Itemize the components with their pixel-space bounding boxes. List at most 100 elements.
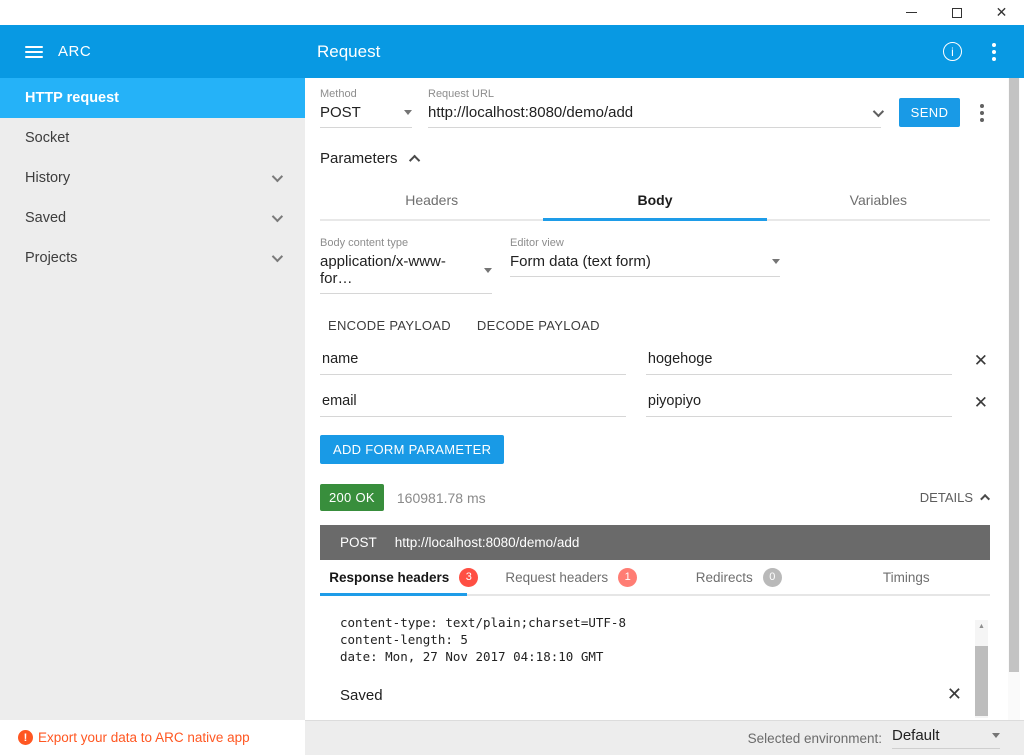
content-type-select[interactable]: Body content type application/x-www-for…	[320, 237, 492, 294]
window-maximize-button[interactable]	[934, 0, 979, 25]
environment-select[interactable]: Default	[892, 727, 1000, 749]
parameters-toggle[interactable]: Parameters	[320, 150, 990, 167]
page-title: Request	[317, 42, 380, 62]
maximize-icon	[952, 8, 962, 18]
window-minimize-button[interactable]	[889, 0, 934, 25]
editor-view-select[interactable]: Editor view Form data (text form)	[510, 237, 780, 294]
toast-close-icon[interactable]: ✕	[947, 687, 962, 701]
tab-label: Redirects	[696, 570, 753, 585]
count-badge: 3	[459, 568, 478, 587]
sidebar-item-label: Projects	[25, 250, 77, 266]
parameters-tabs: Headers Body Variables	[320, 181, 990, 221]
tab-request-headers[interactable]: Request headers 1	[488, 560, 656, 594]
sidebar-item-saved[interactable]: Saved	[0, 198, 305, 238]
sidebar-item-label: Socket	[25, 130, 69, 146]
status-bar: ! Export your data to ARC native app Sel…	[0, 720, 1024, 755]
saved-toast: Saved ✕	[340, 687, 990, 704]
dropdown-arrow-icon	[404, 110, 412, 115]
request-line: Method POST Request URL http://localhost…	[320, 88, 990, 128]
window-titlebar: ✕	[0, 0, 1024, 25]
main-scrollbar[interactable]	[1008, 78, 1020, 720]
encode-payload-button[interactable]: ENCODE PAYLOAD	[328, 318, 451, 333]
tab-redirects[interactable]: Redirects 0	[655, 560, 823, 594]
param-value-input[interactable]	[646, 347, 952, 375]
url-field[interactable]: Request URL http://localhost:8080/demo/a…	[428, 88, 881, 128]
decode-payload-button[interactable]: DECODE PAYLOAD	[477, 318, 600, 333]
sidebar-item-http-request[interactable]: HTTP request	[0, 78, 305, 118]
editor-view-value: Form data (text form)	[510, 253, 651, 270]
response-status-row: 200 OK 160981.78 ms DETAILS	[320, 484, 990, 511]
tab-indicator	[543, 218, 766, 221]
param-name-input[interactable]	[320, 347, 626, 375]
environment-label: Selected environment:	[748, 731, 882, 746]
header-line: date: Mon, 27 Nov 2017 04:18:10 GMT	[340, 648, 990, 665]
method-label: Method	[320, 88, 412, 100]
url-label: Request URL	[428, 88, 881, 100]
window-close-button[interactable]: ✕	[979, 0, 1024, 25]
chevron-up-icon	[408, 154, 419, 165]
info-icon[interactable]: i	[943, 42, 962, 61]
tab-timings[interactable]: Timings	[823, 560, 991, 594]
chevron-down-icon[interactable]	[873, 105, 884, 116]
send-button[interactable]: SEND	[899, 98, 960, 127]
scrollbar-thumb[interactable]	[975, 646, 988, 716]
sidebar-item-history[interactable]: History	[0, 158, 305, 198]
app-toolbar: ARC Request i	[0, 25, 1024, 78]
dropdown-arrow-icon	[772, 259, 780, 264]
chevron-down-icon	[272, 211, 283, 222]
sidebar-item-label: Saved	[25, 210, 66, 226]
chevron-up-icon	[980, 494, 990, 504]
tab-body[interactable]: Body	[543, 181, 766, 219]
sidebar-item-label: History	[25, 170, 70, 186]
scroll-up-icon[interactable]: ▲	[975, 620, 988, 632]
form-param-row: ✕	[320, 347, 990, 375]
more-options-icon[interactable]	[986, 41, 1002, 63]
tab-variables[interactable]: Variables	[767, 181, 990, 219]
toast-message: Saved	[340, 687, 383, 704]
response-headers-list: content-type: text/plain;charset=UTF-8 c…	[340, 614, 990, 665]
count-badge: 0	[763, 568, 782, 587]
banner-method: POST	[340, 535, 377, 550]
sidebar-item-socket[interactable]: Socket	[0, 118, 305, 158]
request-menu-icon[interactable]	[974, 102, 990, 124]
tab-label: Body	[637, 192, 672, 208]
details-toggle[interactable]: DETAILS	[920, 490, 990, 505]
app-logo: ARC	[58, 43, 91, 60]
content-type-label: Body content type	[320, 237, 492, 249]
scrollbar-thumb[interactable]	[1009, 78, 1019, 672]
remove-param-icon[interactable]: ✕	[972, 351, 990, 371]
response-tabs: Response headers 3 Request headers 1 Red…	[320, 560, 990, 596]
header-line: content-length: 5	[340, 631, 990, 648]
dropdown-arrow-icon	[992, 733, 1000, 738]
header-line: content-type: text/plain;charset=UTF-8	[340, 614, 990, 631]
param-value-input[interactable]	[646, 389, 952, 417]
loading-time: 160981.78 ms	[397, 490, 486, 506]
tab-label: Request headers	[505, 570, 608, 585]
chevron-down-icon	[272, 251, 283, 262]
method-select[interactable]: Method POST	[320, 88, 412, 128]
method-value: POST	[320, 104, 361, 121]
url-value: http://localhost:8080/demo/add	[428, 104, 633, 121]
param-name-input[interactable]	[320, 389, 626, 417]
response-scrollbar[interactable]: ▲	[975, 620, 988, 718]
close-icon: ✕	[996, 4, 1008, 21]
remove-param-icon[interactable]: ✕	[972, 393, 990, 413]
sidebar-item-projects[interactable]: Projects	[0, 238, 305, 278]
environment-value: Default	[892, 727, 940, 744]
chevron-down-icon	[272, 171, 283, 182]
add-form-parameter-button[interactable]: ADD FORM PARAMETER	[320, 435, 504, 464]
tab-label: Response headers	[329, 570, 449, 585]
details-label: DETAILS	[920, 490, 973, 505]
tab-response-headers[interactable]: Response headers 3	[320, 560, 488, 594]
form-param-row: ✕	[320, 389, 990, 417]
editor-view-label: Editor view	[510, 237, 780, 249]
tab-headers[interactable]: Headers	[320, 181, 543, 219]
menu-icon[interactable]	[25, 43, 45, 61]
status-badge: 200 OK	[320, 484, 384, 511]
request-panel: Method POST Request URL http://localhost…	[305, 78, 1024, 720]
request-summary-banner: POST http://localhost:8080/demo/add	[320, 525, 990, 560]
sidebar-item-label: HTTP request	[25, 90, 119, 106]
count-badge: 1	[618, 568, 637, 587]
export-data-link[interactable]: ! Export your data to ARC native app	[0, 720, 305, 755]
sidebar: HTTP request Socket History Saved Projec…	[0, 78, 305, 720]
